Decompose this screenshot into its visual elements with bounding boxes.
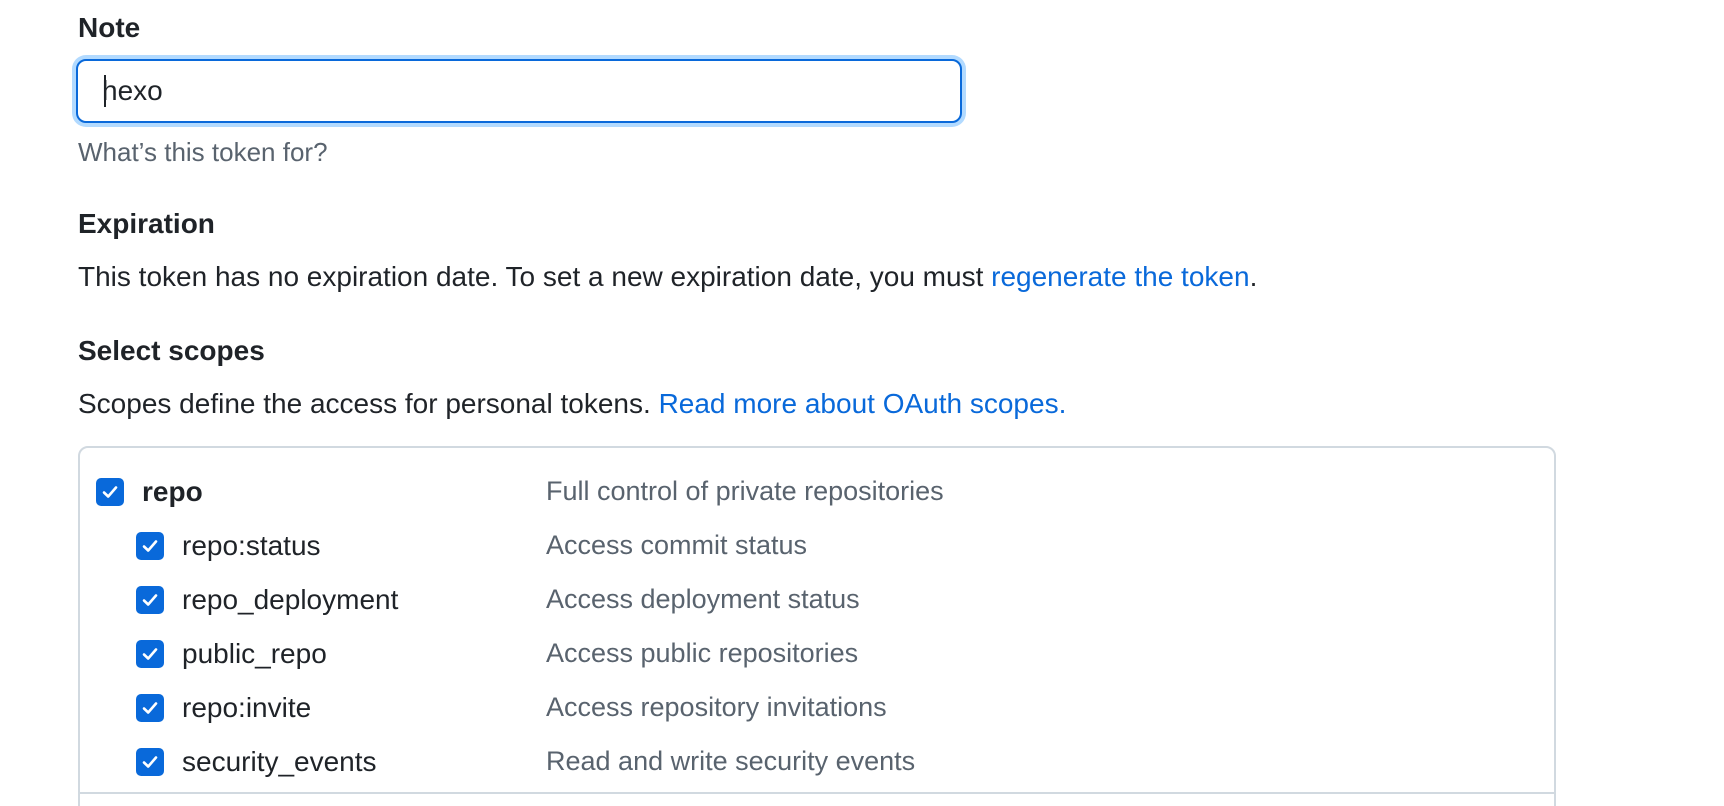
scopes-description: Scopes define the access for personal to… — [78, 388, 1066, 420]
note-input[interactable] — [102, 61, 942, 121]
scope-checkbox-repo[interactable] — [96, 478, 124, 506]
scope-description: Access deployment status — [546, 584, 860, 614]
scope-row-repo: repo Full control of private repositorie… — [80, 474, 1558, 514]
scope-checkbox-repo-status[interactable] — [136, 532, 164, 560]
select-scopes-label: Select scopes — [78, 335, 265, 366]
scope-description: Access commit status — [546, 530, 808, 560]
note-label: Note — [78, 12, 141, 43]
scope-row-repo-status: repo:status Access commit status — [80, 528, 1558, 568]
scope-description: Access repository invitations — [546, 692, 887, 722]
text-caret — [104, 75, 106, 107]
scope-row-repo-deployment: repo_deployment Access deployment status — [80, 582, 1558, 622]
scope-description: Access public repositories — [546, 638, 859, 668]
scope-checkbox-repo-invite[interactable] — [136, 694, 164, 722]
expiration-label: Expiration — [78, 208, 215, 239]
token-settings-page: Note What’s this token for? Expiration T… — [0, 0, 1724, 806]
scope-name: repo_deployment — [182, 584, 399, 615]
scope-description: Read and write security events — [546, 746, 916, 776]
scope-description: Full control of private repositories — [546, 476, 944, 506]
note-input-container[interactable] — [76, 59, 962, 123]
scope-row-repo-invite: repo:invite Access repository invitation… — [80, 690, 1558, 730]
scopes-list: repo Full control of private repositorie… — [78, 446, 1556, 806]
scopes-text-before: Scopes define the access for personal to… — [78, 388, 659, 419]
scope-name: repo — [142, 476, 203, 507]
checkmark-icon — [142, 702, 158, 714]
scope-group-divider — [78, 792, 1556, 794]
expiration-text-before: This token has no expiration date. To se… — [78, 261, 992, 292]
scope-checkbox-security-events[interactable] — [136, 748, 164, 776]
expiration-text: This token has no expiration date. To se… — [78, 261, 1257, 293]
scope-name: repo:status — [182, 530, 321, 561]
scope-row-public-repo: public_repo Access public repositories — [80, 636, 1558, 676]
scope-name: repo:invite — [182, 692, 312, 723]
checkmark-icon — [142, 594, 158, 606]
oauth-scopes-link[interactable]: Read more about OAuth scopes. — [659, 388, 1067, 419]
checkmark-icon — [102, 486, 118, 498]
scope-name: public_repo — [182, 638, 327, 669]
scope-checkbox-repo-deployment[interactable] — [136, 586, 164, 614]
checkmark-icon — [142, 540, 158, 552]
scope-name: security_events — [182, 746, 377, 777]
regenerate-token-link[interactable]: regenerate the token — [991, 261, 1249, 292]
expiration-text-after: . — [1249, 261, 1258, 292]
checkmark-icon — [142, 648, 158, 660]
scope-checkbox-public-repo[interactable] — [136, 640, 164, 668]
note-hint: What’s this token for? — [78, 137, 328, 167]
scope-row-security-events: security_events Read and write security … — [80, 744, 1558, 784]
checkmark-icon — [142, 756, 158, 768]
